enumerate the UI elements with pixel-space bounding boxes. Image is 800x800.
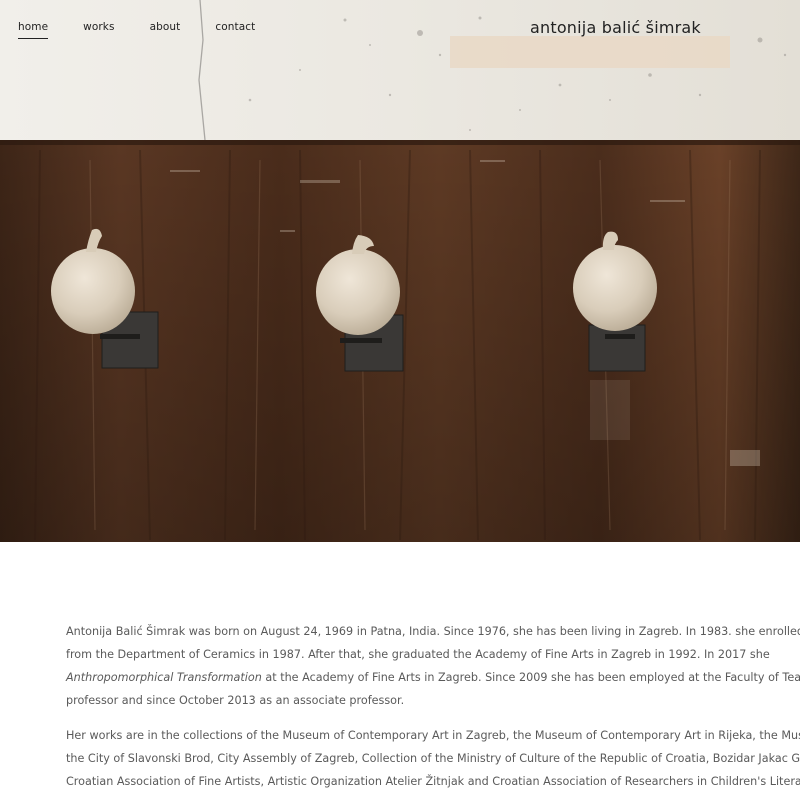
bio-p1-line1: Antonija Balić Šimrak was born on August… bbox=[66, 625, 800, 638]
nav-about-link[interactable]: about bbox=[150, 21, 181, 39]
nav-works-link[interactable]: works bbox=[83, 21, 114, 39]
main-nav: home works about contact bbox=[18, 21, 290, 39]
nav-home-link[interactable]: home bbox=[18, 21, 49, 39]
hero-photo bbox=[0, 0, 800, 542]
hero-image bbox=[0, 0, 800, 542]
bio-p1-line3: Anthropomorphical Transformation at the … bbox=[66, 666, 800, 689]
site-title[interactable]: antonija balić šimrak bbox=[530, 18, 701, 37]
page: home works about contact antonija balić … bbox=[0, 0, 800, 800]
bio-p2-line2: the City of Slavonski Brod, City Assembl… bbox=[66, 752, 800, 765]
bio-paragraph-1: Antonija Balić Šimrak was born on August… bbox=[66, 620, 800, 712]
bio-p2-line1: Her works are in the collections of the … bbox=[66, 729, 800, 742]
nav-contact-link[interactable]: contact bbox=[215, 21, 255, 39]
bio-p2-line3: Croatian Association of Fine Artists, Ar… bbox=[66, 775, 800, 788]
bio-paragraph-2: Her works are in the collections of the … bbox=[66, 724, 800, 793]
thesis-title: Anthropomorphical Transformation bbox=[66, 671, 262, 684]
bio-p1-line4: professor and since October 2013 as an a… bbox=[66, 694, 405, 707]
bio-section: Antonija Balić Šimrak was born on August… bbox=[66, 620, 800, 800]
bio-p1-line2: from the Department of Ceramics in 1987.… bbox=[66, 648, 770, 661]
bio-p1-line3-rest: at the Academy of Fine Arts in Zagreb. S… bbox=[261, 671, 800, 684]
